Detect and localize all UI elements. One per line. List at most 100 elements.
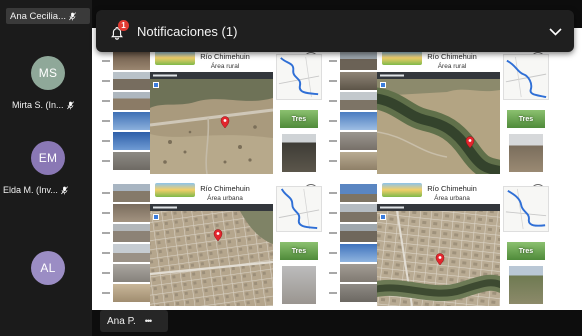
land-cover-badge: Tres (507, 110, 545, 128)
direction-labels (329, 184, 338, 304)
direction-label (329, 284, 338, 304)
direction-label (329, 132, 338, 152)
direction-photo (113, 152, 150, 170)
participant-name: Ana Cecilia... (10, 10, 66, 22)
direction-photo (113, 244, 150, 262)
direction-label (329, 92, 338, 112)
app-logo-banner (382, 183, 422, 197)
direction-photo (113, 72, 150, 90)
participant-tile-al[interactable]: AL (0, 235, 92, 305)
direction-label (102, 184, 111, 204)
panel-subtitle: Área urbana (434, 194, 470, 202)
river-location-map (503, 54, 549, 100)
notification-count-badge: 1 (118, 20, 129, 31)
direction-photos (340, 184, 377, 304)
satellite-map (377, 204, 500, 306)
participant-name-tag: Ana Cecilia... (6, 8, 90, 24)
avatar: MS (31, 56, 65, 90)
direction-photo (340, 72, 377, 90)
direction-label (102, 112, 111, 132)
direction-photos (340, 52, 377, 172)
river-location-map (276, 54, 322, 100)
participant-tile-mirta[interactable]: MS Mirta S. (In... (0, 40, 92, 120)
direction-label (329, 184, 338, 204)
mic-off-icon (69, 11, 76, 20)
slide-panel-3: Río Chimehuin Área urbana 3 Tres (100, 178, 327, 310)
app-logo-banner (155, 183, 195, 197)
avatar: EM (31, 141, 65, 175)
direction-label (102, 224, 111, 244)
direction-label (102, 284, 111, 304)
participant-name-tag: Elda M. (Inv... (3, 182, 68, 198)
direction-labels (102, 52, 111, 172)
direction-label (102, 72, 111, 92)
direction-photo (113, 224, 150, 242)
shared-screen-slide: Río Chimehuin Área rural 1 Tres (92, 28, 582, 310)
direction-photo (340, 92, 377, 110)
direction-label (329, 224, 338, 244)
participant-tile-ana-cecilia[interactable]: Ana Cecilia... (0, 0, 92, 34)
participant-name: Mirta S. (In... (12, 100, 64, 110)
land-cover-photo (509, 134, 543, 172)
land-cover-photo (282, 266, 316, 304)
participant-tile-elda[interactable]: EM Elda M. (Inv... (0, 125, 92, 205)
direction-label (102, 52, 111, 72)
river-location-map (503, 186, 549, 232)
notifications-bar[interactable]: 1 Notificaciones (1) (96, 10, 574, 52)
direction-photo (113, 52, 150, 70)
notifications-title: Notificaciones (1) (137, 24, 238, 39)
direction-photo (340, 204, 377, 222)
chevron-down-icon[interactable] (549, 28, 562, 36)
panel-title: Río Chimehuin (427, 52, 477, 61)
direction-labels (102, 184, 111, 304)
land-cover-label: Tres (518, 247, 534, 255)
presenter-name-tag[interactable]: Ana P. ••• (100, 310, 168, 332)
panel-subtitle: Área urbana (207, 194, 243, 202)
direction-photo (113, 132, 150, 150)
direction-photo (113, 112, 150, 130)
participant-name-tag: Mirta S. (In... (12, 97, 74, 113)
direction-photo (113, 184, 150, 202)
direction-photo (340, 112, 377, 130)
direction-label (102, 152, 111, 172)
land-cover-photo (282, 134, 316, 172)
direction-label (329, 244, 338, 264)
direction-label (102, 132, 111, 152)
mic-off-icon (66, 100, 74, 109)
satellite-map (150, 72, 273, 174)
river-location-map (276, 186, 322, 232)
direction-label (329, 112, 338, 132)
direction-photo (340, 264, 377, 282)
direction-photo (113, 284, 150, 302)
direction-photo (340, 244, 377, 262)
satellite-map (150, 204, 273, 306)
direction-label (329, 152, 338, 172)
land-cover-badge: Tres (507, 242, 545, 260)
direction-label (329, 264, 338, 284)
more-options-button[interactable]: ••• (145, 316, 153, 326)
panel-subtitle: Área rural (210, 62, 240, 70)
direction-photos (113, 184, 150, 304)
land-cover-badge: Tres (280, 242, 318, 260)
direction-photo (113, 92, 150, 110)
slide-panel-2: Río Chimehuin Área rural 2 Tres (327, 46, 554, 178)
panel-title: Río Chimehuin (200, 52, 250, 61)
participant-name: Elda M. (Inv... (3, 185, 58, 195)
direction-photo (113, 264, 150, 282)
participants-panel: Ana Cecilia... MS Mirta S. (In... EM Eld… (0, 0, 92, 336)
direction-photo (340, 184, 377, 202)
land-cover-label: Tres (291, 247, 307, 255)
direction-label (329, 52, 338, 72)
panel-subtitle: Área rural (437, 62, 467, 70)
direction-photos (113, 52, 150, 172)
direction-photo (340, 224, 377, 242)
land-cover-label: Tres (291, 115, 307, 123)
app-logo-banner (382, 51, 422, 65)
slide-panel-4: Río Chimehuin Área urbana 4 Tres (327, 178, 554, 310)
panel-title: Río Chimehuin (200, 184, 250, 193)
direction-photo (340, 152, 377, 170)
avatar: AL (31, 251, 65, 285)
direction-photo (340, 284, 377, 302)
direction-photo (340, 132, 377, 150)
mic-off-icon (60, 185, 68, 194)
